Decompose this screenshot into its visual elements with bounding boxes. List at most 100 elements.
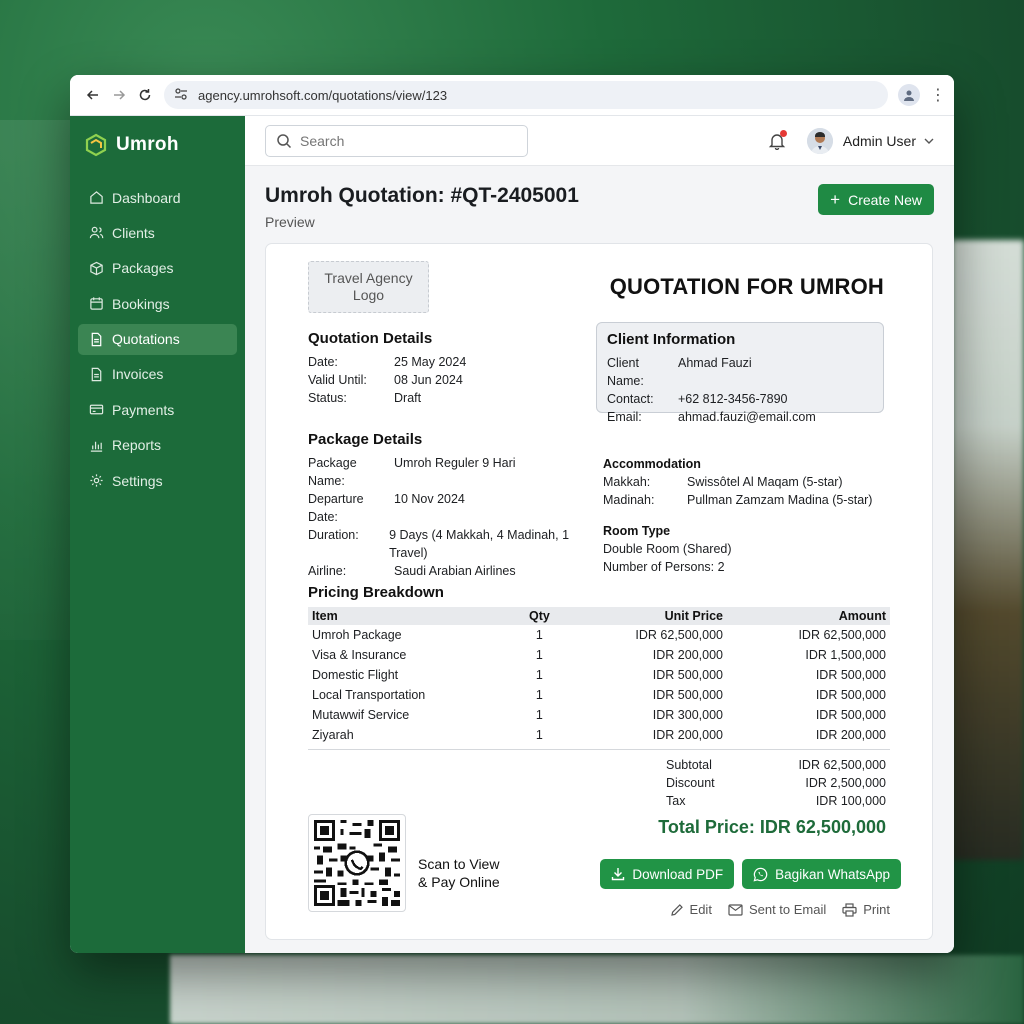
qr-code[interactable] — [308, 814, 406, 912]
create-new-button[interactable]: + Create New — [818, 184, 934, 215]
address-bar[interactable]: agency.umrohsoft.com/quotations/view/123 — [164, 81, 888, 109]
notification-bell-icon[interactable] — [765, 129, 789, 153]
detail-row: Valid Until: 08 Jun 2024 — [308, 371, 548, 389]
sidebar-item-payments[interactable]: Payments — [78, 394, 237, 425]
create-new-label: Create New — [848, 191, 922, 208]
reload-icon[interactable] — [132, 82, 158, 108]
box-icon — [88, 260, 104, 276]
search-box[interactable] — [265, 124, 528, 157]
departure-label: Departure Date: — [308, 492, 364, 524]
user-name: Admin User — [842, 132, 916, 149]
forward-icon[interactable] — [106, 82, 132, 108]
sidebar-item-clients[interactable]: Clients — [78, 217, 237, 248]
browser-window: agency.umrohsoft.com/quotations/view/123… — [70, 75, 954, 953]
sidebar: Umroh Dashboard Clients Packages Booking… — [70, 116, 245, 953]
sidebar-item-packages[interactable]: Packages — [78, 253, 237, 284]
search-input[interactable] — [300, 132, 500, 149]
url-text: agency.umrohsoft.com/quotations/view/123 — [198, 87, 448, 103]
logo-placeholder: Travel Agency Logo — [308, 261, 429, 313]
brand-name: Umroh — [116, 134, 179, 155]
profile-icon[interactable] — [898, 84, 920, 106]
detail-row: Client Name: Ahmad Fauzi — [607, 354, 873, 390]
cell-qty: 1 — [535, 728, 543, 742]
cell-unit-price: IDR 62,500,000 — [635, 628, 723, 642]
duration-value: 9 Days (4 Makkah, 4 Madinah, 1 Travel) — [389, 528, 570, 560]
departure-value: 10 Nov 2024 — [394, 492, 465, 506]
share-whatsapp-button[interactable]: Bagikan WhatsApp — [742, 859, 901, 889]
gear-icon — [88, 473, 104, 489]
cell-item: Local Transportation — [312, 688, 426, 702]
page-header: Umroh Quotation: #QT-2405001 Preview + C… — [245, 166, 954, 242]
user-menu[interactable]: Admin User — [806, 127, 934, 154]
back-icon[interactable] — [80, 82, 106, 108]
cell-item: Ziyarah — [312, 728, 354, 742]
sidebar-item-invoices[interactable]: Invoices — [78, 359, 237, 390]
table-row: Ziyarah 1 IDR 200,000 IDR 200,000 — [308, 725, 890, 745]
share-whatsapp-label: Bagikan WhatsApp — [775, 866, 890, 882]
cell-amount: IDR 1,500,000 — [805, 648, 886, 662]
whatsapp-icon — [753, 867, 768, 882]
card-icon — [88, 402, 104, 418]
section-heading: Quotation Details — [308, 330, 433, 347]
mail-icon — [728, 903, 743, 916]
cell-unit-price: IDR 300,000 — [652, 708, 723, 722]
pricing-breakdown: Pricing Breakdown Item Qty Unit Price Am… — [308, 584, 890, 750]
cell-unit-price: IDR 500,000 — [652, 688, 723, 702]
cell-amount: IDR 500,000 — [815, 688, 886, 702]
cell-qty: 1 — [535, 668, 543, 682]
site-settings-icon[interactable] — [174, 87, 192, 103]
home-icon — [88, 190, 104, 206]
duration-label: Duration: — [308, 528, 359, 542]
cell-amount: IDR 62,500,000 — [798, 628, 886, 642]
blurred-background-left — [0, 120, 70, 640]
pencil-icon — [670, 903, 683, 916]
browser-menu-icon[interactable]: ⋮ — [930, 85, 946, 105]
sidebar-item-dashboard[interactable]: Dashboard — [78, 182, 237, 213]
sidebar-item-settings[interactable]: Settings — [78, 465, 237, 496]
package-name-value: Umroh Reguler 9 Hari — [394, 456, 516, 470]
edit-link[interactable]: Edit — [670, 902, 712, 917]
room-type-value: Double Room (Shared) — [603, 542, 732, 556]
qr-caption-line: & Pay Online — [418, 874, 500, 890]
subsection-heading: Accommodation — [603, 457, 701, 471]
totals: Subtotal IDR 62,500,000 Discount IDR 2,500… — [666, 756, 886, 810]
detail-row: Airline: Saudi Arabian Airlines — [308, 562, 598, 580]
cell-unit-price: IDR 200,000 — [652, 648, 723, 662]
chart-icon — [88, 437, 104, 453]
section-heading: Pricing Breakdown — [308, 584, 444, 601]
sidebar-item-label: Packages — [112, 260, 174, 277]
section-heading: Client Information — [607, 331, 736, 348]
umroh-logo-icon — [85, 133, 107, 157]
madinah-value: Pullman Zamzam Madina (5-star) — [687, 493, 873, 507]
sidebar-item-label: Settings — [112, 472, 163, 489]
print-link[interactable]: Print — [842, 902, 890, 917]
notification-dot — [779, 129, 787, 137]
download-pdf-button[interactable]: Download PDF — [600, 859, 735, 889]
page-subtitle: Preview — [265, 214, 315, 230]
file-icon — [88, 331, 104, 347]
qr-caption-line: Scan to View — [418, 856, 500, 872]
sidebar-item-reports[interactable]: Reports — [78, 430, 237, 461]
send-email-link[interactable]: Sent to Email — [728, 902, 826, 917]
persons-label: Number of Persons: — [603, 560, 715, 574]
print-label: Print — [863, 902, 890, 917]
sidebar-item-bookings[interactable]: Bookings — [78, 288, 237, 319]
cell-item: Mutawwif Service — [312, 708, 410, 722]
plus-icon: + — [830, 190, 841, 209]
client-name-label: Client Name: — [607, 356, 644, 388]
makkah-label: Makkah: — [603, 475, 651, 489]
table-row: Umroh Package 1 IDR 62,500,000 IDR 62,500,0… — [308, 625, 890, 645]
detail-row: Package Name: Umroh Reguler 9 Hari — [308, 454, 598, 490]
package-name-label: Package Name: — [308, 456, 357, 488]
sidebar-item-label: Payments — [112, 401, 175, 418]
brand[interactable]: Umroh — [70, 130, 245, 160]
sidebar-item-quotations[interactable]: Quotations — [78, 323, 237, 355]
calendar-icon — [88, 296, 104, 312]
send-email-label: Sent to Email — [748, 902, 827, 917]
contact-label: Contact: — [607, 392, 654, 406]
detail-row: Date: 25 May 2024 — [308, 353, 548, 371]
cell-unit-price: IDR 500,000 — [652, 668, 723, 682]
blurred-background-bottom — [170, 955, 1024, 1024]
sidebar-item-label: Bookings — [112, 295, 170, 312]
topbar: Admin User — [245, 116, 954, 166]
